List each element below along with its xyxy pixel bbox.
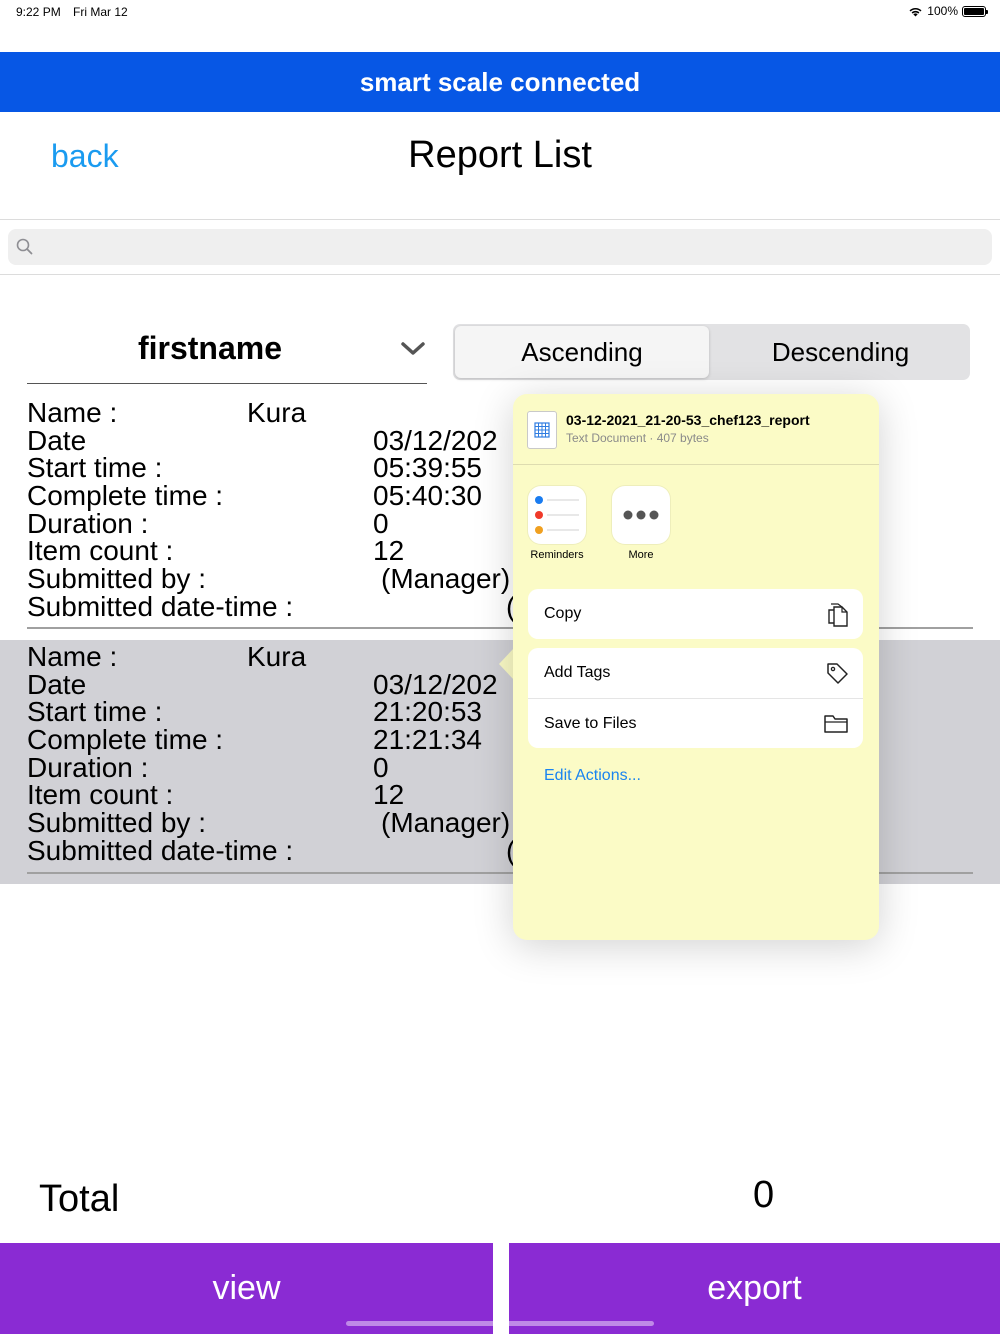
file-action-group: Add Tags Save to Files xyxy=(528,648,863,748)
tag-icon xyxy=(827,663,848,684)
share-file-name: 03-12-2021_21-20-53_chef123_report xyxy=(566,412,810,428)
duration-value: 0 xyxy=(373,508,389,539)
status-date: Fri Mar 12 xyxy=(73,5,128,19)
submitted-by-label: Submitted by : xyxy=(27,807,206,838)
edit-actions-link[interactable]: Edit Actions... xyxy=(544,767,641,785)
start-time-label: Start time : xyxy=(27,452,163,483)
start-time-value: 21:20:53 xyxy=(373,696,482,727)
complete-time-value: 21:21:34 xyxy=(373,724,482,755)
sort-field-dropdown[interactable]: firstname xyxy=(27,322,427,384)
duration-value: 0 xyxy=(373,752,389,783)
submitted-datetime-label: Submitted date-time : xyxy=(27,591,294,622)
divider xyxy=(0,274,1000,275)
submitted-by-value: (Manager) xyxy=(381,807,511,838)
item-count-value: 12 xyxy=(373,535,405,566)
name-value: Kura xyxy=(247,397,307,428)
more-label: More xyxy=(628,549,654,561)
status-time: 9:22 PM xyxy=(16,5,61,19)
complete-time-label: Complete time : xyxy=(27,480,224,511)
name-value: Kura xyxy=(247,641,307,672)
date-label: Date xyxy=(27,425,87,456)
reminders-label: Reminders xyxy=(530,549,584,561)
copy-action-group: Copy xyxy=(528,589,863,639)
more-icon xyxy=(623,510,659,520)
sort-ascending-option[interactable]: Ascending xyxy=(455,326,709,378)
copy-icon xyxy=(828,603,848,627)
more-apps-button[interactable] xyxy=(612,486,670,544)
share-file-meta: Text Document · 407 bytes xyxy=(566,431,709,445)
reminders-app-button[interactable] xyxy=(528,486,586,544)
save-to-files-action-label: Save to Files xyxy=(544,714,637,732)
submitted-by-value: (Manager) xyxy=(381,563,511,594)
duration-label: Duration : xyxy=(27,508,149,539)
status-bar: 9:22 PM Fri Mar 12 100% xyxy=(0,0,1000,26)
duration-label: Duration : xyxy=(27,752,149,783)
sort-field-label: firstname xyxy=(137,330,283,366)
copy-action[interactable]: Copy xyxy=(528,589,863,639)
date-value: 03/12/202 xyxy=(373,425,498,456)
start-time-value: 05:39:55 xyxy=(373,452,482,483)
total-label: Total xyxy=(39,1178,120,1220)
complete-time-label: Complete time : xyxy=(27,724,224,755)
wifi-icon xyxy=(909,7,922,16)
item-count-value: 12 xyxy=(373,779,405,810)
share-sheet: 03-12-2021_21-20-53_chef123_report Text … xyxy=(513,394,879,940)
name-label: Name : xyxy=(27,641,118,672)
date-label: Date xyxy=(27,669,87,700)
start-time-label: Start time : xyxy=(27,696,163,727)
chevron-down-icon xyxy=(401,342,425,355)
sort-descending-option[interactable]: Descending xyxy=(711,324,970,380)
add-tags-action-label: Add Tags xyxy=(544,664,611,681)
battery-icon xyxy=(962,5,988,17)
date-value: 03/12/202 xyxy=(373,669,498,700)
search-icon xyxy=(16,238,33,255)
search-input[interactable] xyxy=(8,229,992,265)
save-to-files-action[interactable]: Save to Files xyxy=(528,698,863,748)
item-count-label: Item count : xyxy=(27,535,174,566)
share-file-header: 03-12-2021_21-20-53_chef123_report Text … xyxy=(513,394,879,465)
total-value: 0 xyxy=(753,1174,775,1216)
folder-icon xyxy=(824,715,848,733)
submitted-datetime-label: Submitted date-time : xyxy=(27,835,294,866)
page-title: Report List xyxy=(408,134,592,176)
submitted-by-label: Submitted by : xyxy=(27,563,206,594)
copy-action-label: Copy xyxy=(544,605,582,622)
document-icon xyxy=(527,411,557,449)
status-indicators: 100% xyxy=(908,4,988,18)
connection-banner: smart scale connected xyxy=(0,52,1000,112)
reminders-icon xyxy=(535,496,579,534)
divider xyxy=(0,219,1000,220)
name-label: Name : xyxy=(27,397,118,428)
popover-arrow xyxy=(499,648,514,680)
item-count-label: Item count : xyxy=(27,779,174,810)
sort-order-control: Ascending Descending xyxy=(453,324,970,380)
battery-percent: 100% xyxy=(927,4,958,18)
add-tags-action[interactable]: Add Tags xyxy=(528,648,863,698)
home-indicator[interactable] xyxy=(346,1321,654,1326)
complete-time-value: 05:40:30 xyxy=(373,480,482,511)
